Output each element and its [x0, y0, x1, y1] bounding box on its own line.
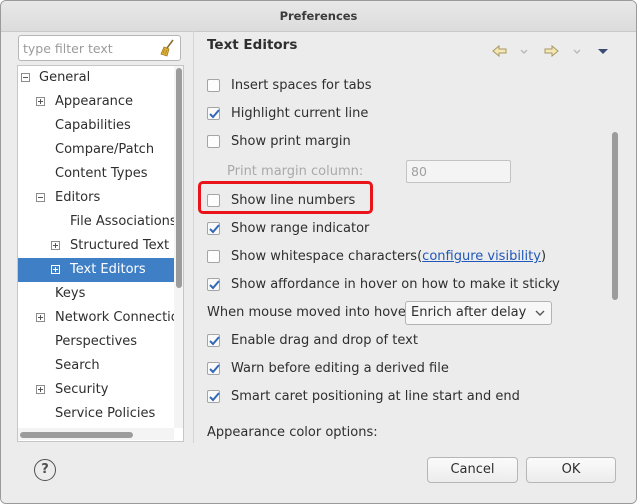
tree-item-text-editors[interactable]: Text Editors	[18, 258, 174, 282]
tree-item-security[interactable]: Security	[18, 378, 174, 402]
tree-item-label: Content Types	[55, 166, 148, 181]
highlight-line-label: Highlight current line	[231, 106, 369, 121]
preference-tree: General Appearance Capabilities Compare/…	[17, 65, 184, 442]
tree-item-general[interactable]: General	[18, 66, 174, 90]
insert-spaces-checkbox[interactable]	[207, 79, 220, 92]
appearance-colors-label: Appearance color options:	[207, 425, 378, 440]
tree-item-editors[interactable]: Editors	[18, 186, 174, 210]
chevron-down-icon	[534, 302, 546, 332]
options-vertical-scroll-thumb[interactable]	[612, 132, 618, 300]
smart-caret-checkbox[interactable]	[207, 390, 220, 403]
text-editors-options: Insert spaces for tabs Highlight current…	[196, 71, 624, 441]
whitespace-label-group: Show whitespace characters(configure vis…	[231, 245, 546, 269]
whitespace-close-paren: )	[540, 249, 547, 264]
tree-item-label: File Associations	[70, 214, 177, 229]
tree-item-network-connections[interactable]: Network Connection	[18, 306, 183, 330]
tree-item-label: Appearance	[55, 94, 134, 109]
ok-button[interactable]: OK	[526, 457, 616, 483]
view-menu-icon[interactable]	[596, 43, 610, 59]
tree-item-label: Structured Text E	[70, 238, 182, 253]
smart-caret-label: Smart caret positioning at line start an…	[231, 389, 520, 404]
tree-item-keys[interactable]: Keys	[18, 282, 174, 306]
expand-icon[interactable]	[36, 97, 45, 106]
filter-box	[18, 35, 181, 61]
tree-item-label: Editors	[55, 190, 101, 205]
expand-icon[interactable]	[36, 385, 45, 394]
print-margin-column-input[interactable]: 80	[406, 160, 511, 183]
hover-behavior-label: When mouse moved into hover:	[207, 305, 416, 320]
print-margin-label: Show print margin	[231, 134, 351, 149]
tree-item-search[interactable]: Search	[18, 354, 174, 378]
expand-icon[interactable]	[51, 265, 60, 274]
page-title: Text Editors	[207, 37, 298, 53]
tree-item-label: Perspectives	[55, 334, 138, 349]
tree-item-file-associations[interactable]: File Associations	[18, 210, 177, 234]
filter-input[interactable]	[23, 40, 157, 56]
range-indicator-label: Show range indicator	[231, 221, 370, 236]
tree-item-label: Capabilities	[55, 118, 131, 133]
tree-item-appearance[interactable]: Appearance	[18, 90, 174, 114]
back-arrow-icon[interactable]	[491, 43, 509, 59]
drag-drop-label: Enable drag and drop of text	[231, 333, 418, 348]
window-title: Preferences	[1, 1, 636, 32]
expand-icon[interactable]	[36, 313, 45, 322]
tree-horizontal-scroll-thumb[interactable]	[20, 432, 133, 438]
tree-item-label: Text Editors	[70, 262, 146, 277]
options-vertical-scrollbar[interactable]	[610, 78, 619, 438]
collapse-icon[interactable]	[21, 73, 30, 82]
highlight-line-checkbox[interactable]	[207, 107, 220, 120]
tree-vertical-scroll-thumb[interactable]	[176, 68, 182, 288]
tree-item-label: Security	[55, 382, 109, 397]
collapse-icon[interactable]	[36, 193, 45, 202]
print-margin-checkbox[interactable]	[207, 135, 220, 148]
tree-item-perspectives[interactable]: Perspectives	[18, 330, 174, 354]
tree-item-label: Search	[55, 358, 100, 373]
range-indicator-checkbox[interactable]	[207, 222, 220, 235]
expand-icon[interactable]	[51, 241, 60, 250]
hover-behavior-value: Enrich after delay	[411, 305, 527, 320]
tree-item-label: Network Connection	[55, 310, 184, 325]
tree-vertical-scrollbar[interactable]	[174, 66, 183, 428]
warn-derived-label: Warn before editing a derived file	[231, 361, 449, 376]
affordance-label: Show affordance in hover on how to make …	[231, 277, 560, 292]
tree-item-label: Keys	[55, 286, 86, 301]
insert-spaces-label: Insert spaces for tabs	[231, 78, 372, 93]
tree-item-label: Compare/Patch	[55, 142, 155, 157]
tree-item-service-policies[interactable]: Service Policies	[18, 402, 174, 426]
tree-item-compare-patch[interactable]: Compare/Patch	[18, 138, 174, 162]
tree-item-structured-text-editors[interactable]: Structured Text E	[18, 234, 182, 258]
panel-divider[interactable]	[193, 31, 194, 443]
tree-item-label: General	[39, 70, 91, 85]
configure-visibility-link[interactable]: configure visibility	[422, 249, 541, 264]
tree-item-capabilities[interactable]: Capabilities	[18, 114, 174, 138]
whitespace-label: Show whitespace characters	[231, 249, 418, 264]
hover-behavior-dropdown[interactable]: Enrich after delay	[405, 301, 552, 325]
forward-dropdown-icon[interactable]	[571, 43, 583, 59]
help-icon[interactable]: ?	[34, 459, 56, 481]
clear-filter-broom-icon[interactable]	[159, 39, 177, 57]
drag-drop-checkbox[interactable]	[207, 334, 220, 347]
whitespace-checkbox[interactable]	[207, 250, 220, 263]
tree-horizontal-scrollbar[interactable]	[18, 428, 174, 440]
back-dropdown-icon[interactable]	[518, 43, 530, 59]
tree-item-content-types[interactable]: Content Types	[18, 162, 174, 186]
forward-arrow-icon[interactable]	[542, 43, 560, 59]
preferences-window: Preferences General Appearance Capabilit…	[0, 0, 637, 504]
warn-derived-checkbox[interactable]	[207, 362, 220, 375]
cancel-button[interactable]: Cancel	[427, 457, 518, 483]
annotation-highlight-box	[198, 181, 373, 214]
affordance-checkbox[interactable]	[207, 278, 220, 291]
tree-item-label: Service Policies	[55, 406, 156, 421]
